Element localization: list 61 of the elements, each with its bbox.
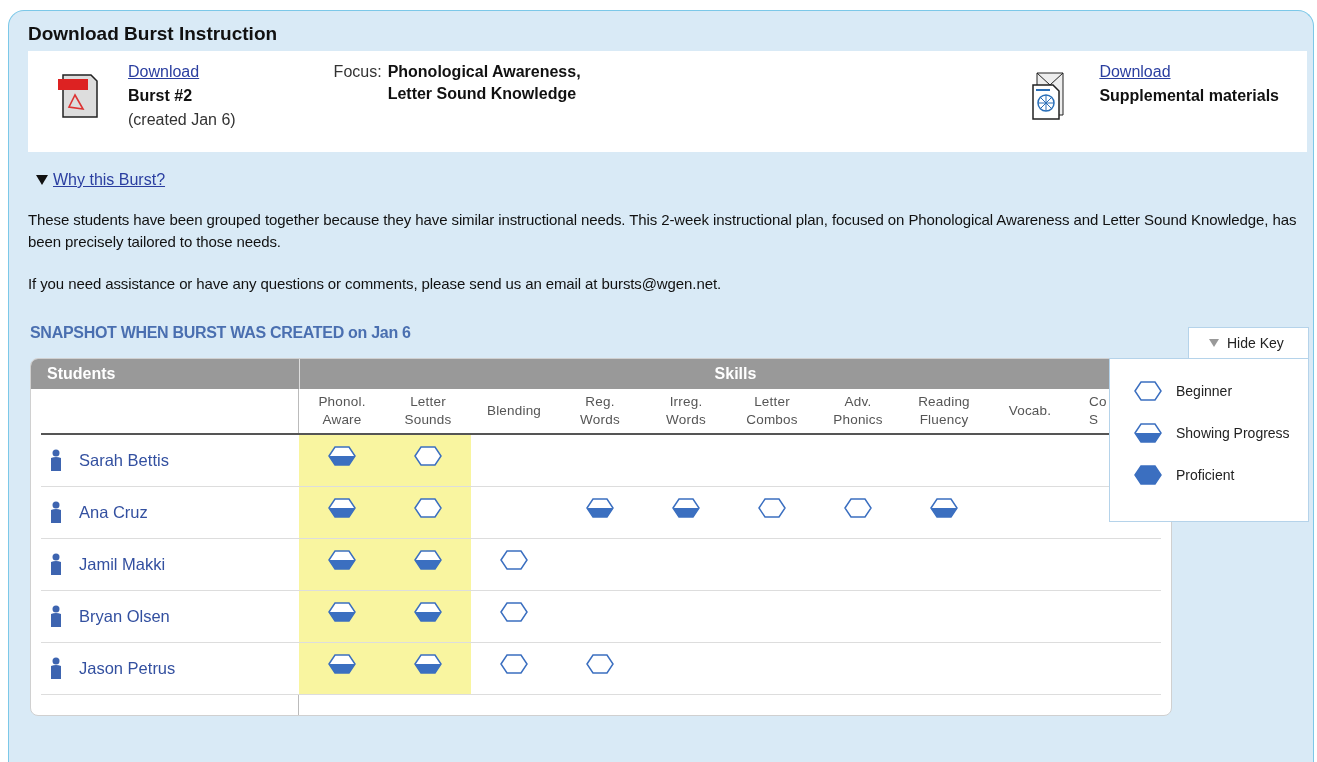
column-header: Irreg. Words [665,392,707,429]
filled-hexagon-icon [1134,465,1162,485]
created-date: (created Jan 6) [128,111,236,129]
expanded-caret-icon[interactable] [36,175,48,185]
person-icon [49,605,63,627]
half-filled-hexagon-icon [328,654,356,674]
column-header: Reg. Words [579,392,621,429]
half-filled-hexagon-icon [414,550,442,570]
why-link[interactable]: Why this Burst? [53,171,166,189]
student-name[interactable]: Sarah Bettis [79,450,169,470]
column-header: Co S [1088,392,1108,429]
focus-label: Focus: [333,62,382,82]
column-header: Reading Fluency [917,392,971,429]
key-label: Proficient [1176,467,1235,483]
student-name[interactable]: Jamil Makki [79,554,166,574]
person-icon [49,553,63,575]
empty-hexagon-icon [500,602,528,622]
half-filled-hexagon-icon [328,446,356,466]
hide-key-button[interactable]: Hide Key [1188,327,1309,358]
empty-hexagon-icon [500,654,528,674]
burst-name: Burst #2 [128,87,194,105]
half-filled-hexagon-icon [328,498,356,518]
explanation-text: These students have been grouped together because they have similar instructional needs. This 2-week instructional plan, focused on Phonological Awareness and Letter Sound Knowledge, has been precisely tailored to those needs. [28,210,1298,252]
half-filled-hexagon-icon [930,498,958,518]
column-header: Vocab. [1007,401,1053,420]
half-filled-hexagon-icon [328,550,356,570]
empty-hexagon-icon [586,654,614,674]
focus-skills: Phonological Awareness, Letter Sound Knowledge [387,62,581,104]
empty-hexagon-icon [500,550,528,570]
download-link[interactable]: Download [1099,63,1279,81]
empty-hexagon-icon [414,498,442,518]
snapshot-heading: SNAPSHOT WHEN BURST WAS CREATED on Jan 6 [30,323,412,342]
half-filled-hexagon-icon [414,602,442,622]
empty-hexagon-icon [758,498,786,518]
column-header: Adv. Phonics [832,392,884,429]
empty-hexagon-icon [1134,381,1162,401]
key-label: Showing Progress [1176,425,1290,441]
student-name[interactable]: Jason Petrus [79,658,176,678]
empty-hexagon-icon [414,446,442,466]
supplemental-name: Supplemental materials [1099,87,1279,105]
empty-hexagon-icon [844,498,872,518]
half-filled-hexagon-icon [1134,423,1162,443]
student-name[interactable]: Ana Cruz [79,502,148,522]
person-icon [49,657,63,679]
person-icon [49,449,63,471]
half-filled-hexagon-icon [328,602,356,622]
key-label: Beginner [1176,383,1233,399]
person-icon [49,501,63,523]
down-caret-icon [1209,339,1219,347]
half-filled-hexagon-icon [586,498,614,518]
column-group-header: Students [31,358,299,389]
column-header: Phonol. Aware [317,392,367,429]
download-link[interactable]: Download [128,63,236,81]
section-title: Download Burst Instruction [28,22,279,46]
column-header: Blending [485,401,543,420]
half-filled-hexagon-icon [414,654,442,674]
half-filled-hexagon-icon [672,498,700,518]
column-header: Letter Sounds [403,392,453,429]
column-header: Letter Combos [745,392,799,429]
explanation-text: If you need assistance or have any questions or comments, please send us an email at bursts@wgen.net. [28,274,723,294]
student-name[interactable]: Bryan Olsen [79,606,170,626]
